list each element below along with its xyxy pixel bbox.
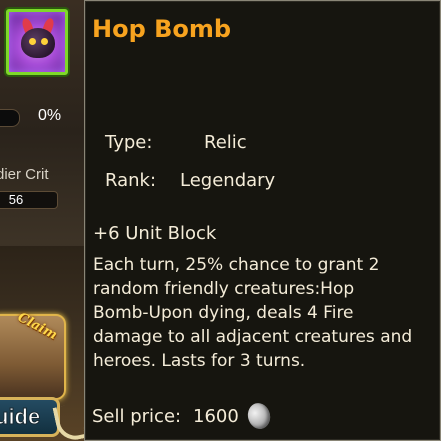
silver-coin-icon: [245, 400, 273, 432]
item-tooltip: Hop Bomb Type: Relic Rank: Legendary +6 …: [84, 0, 441, 441]
soldier-crit-box: 56: [0, 191, 58, 209]
type-value: Relic: [204, 132, 247, 153]
sell-price-label: Sell price:: [92, 406, 182, 427]
rank-label: Rank:: [105, 170, 157, 191]
item-name: Hop Bomb: [92, 15, 232, 43]
rank-value: Legendary: [180, 170, 276, 191]
progress-bar: [0, 109, 20, 127]
guide-button[interactable]: uide: [0, 397, 60, 437]
stat-line: +6 Unit Block: [93, 223, 217, 244]
bomb-body: [21, 28, 55, 58]
bomb-eye-left: [29, 38, 36, 45]
soldier-crit-label: dier Crit: [0, 166, 49, 183]
progress-percent: 0%: [38, 107, 62, 124]
bomb-eye-right: [41, 38, 48, 45]
guide-button-label: uide: [0, 404, 41, 430]
sell-price-value: 1600: [193, 406, 239, 427]
item-description: Each turn, 25% chance to grant 2 random …: [93, 255, 413, 371]
soldier-crit-value: 56: [8, 192, 24, 207]
game-background-panel: 0% dier Crit 56 Claim uide: [0, 0, 84, 441]
hop-bomb-item-icon[interactable]: [6, 9, 68, 75]
type-label: Type:: [105, 132, 153, 153]
